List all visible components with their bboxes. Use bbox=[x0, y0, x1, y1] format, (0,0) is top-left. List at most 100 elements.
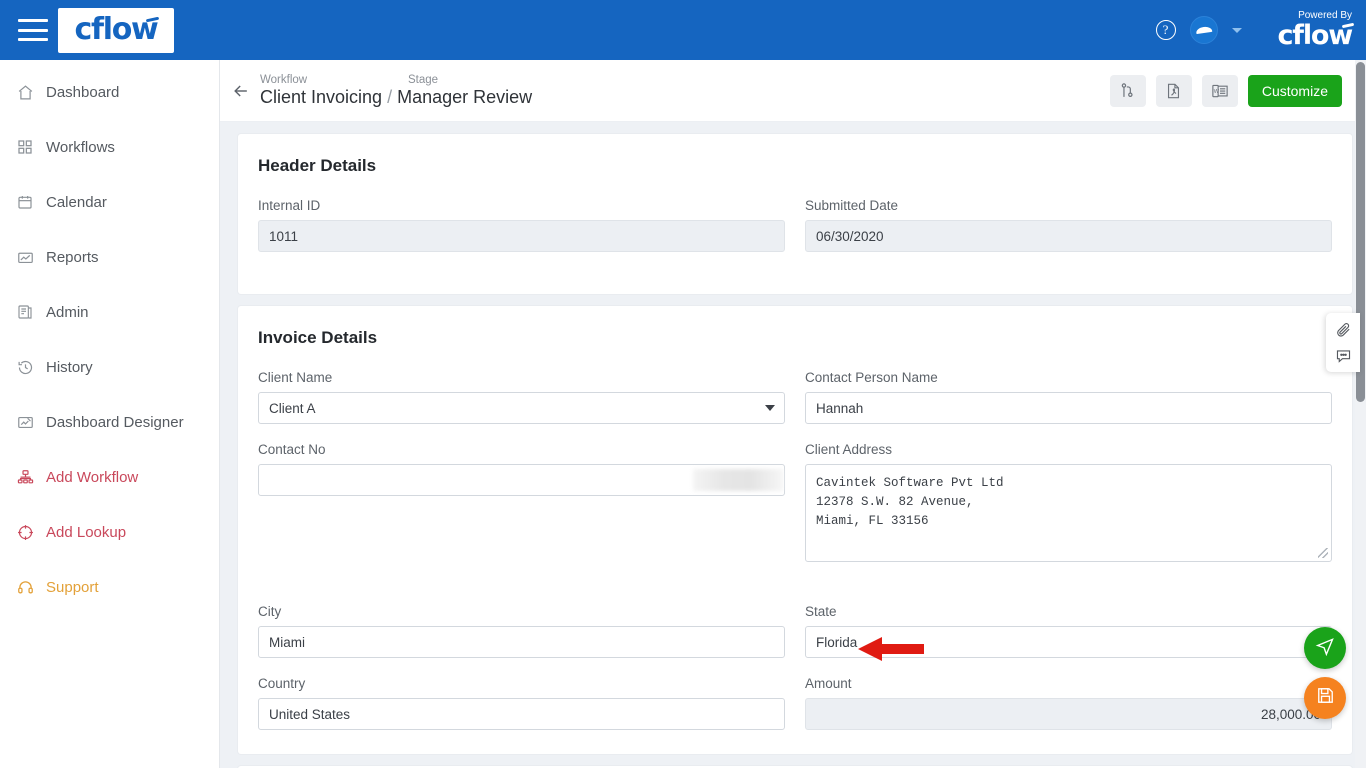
grid-squares-icon bbox=[16, 138, 34, 156]
comment-bubble-icon[interactable] bbox=[1335, 347, 1352, 364]
field-label: Submitted Date bbox=[805, 198, 899, 213]
breadcrumb-separator: / bbox=[387, 86, 393, 107]
report-chart-icon bbox=[16, 248, 34, 266]
sidebar-item-reports[interactable]: Reports bbox=[0, 237, 219, 277]
sidebar-item-label: Add Lookup bbox=[46, 523, 127, 541]
field-client-name: Client Name Client A bbox=[258, 370, 785, 424]
field-label: Client Address bbox=[805, 442, 893, 457]
city-input[interactable]: Miami bbox=[258, 626, 785, 658]
add-workflow-icon bbox=[16, 468, 34, 486]
sidebar-item-label: Workflows bbox=[46, 138, 115, 156]
breadcrumb-workflow-name: Client Invoicing bbox=[260, 86, 383, 107]
paperclip-icon[interactable] bbox=[1335, 321, 1352, 338]
field-label: Contact No bbox=[258, 442, 326, 457]
hamburger-menu-icon[interactable] bbox=[18, 19, 48, 41]
field-label: Internal ID bbox=[258, 198, 321, 213]
field-client-address: Client Address Cavintek Software Pvt Ltd… bbox=[805, 442, 1332, 572]
sidebar-item-history[interactable]: History bbox=[0, 347, 219, 387]
sidebar-item-admin[interactable]: Admin bbox=[0, 292, 219, 332]
sidebar-item-dashboard[interactable]: Dashboard bbox=[0, 72, 219, 112]
sidebar-item-label: Dashboard bbox=[46, 83, 120, 101]
field-label: Amount bbox=[805, 676, 852, 691]
save-fab[interactable] bbox=[1304, 677, 1346, 719]
floppy-save-icon bbox=[1316, 686, 1335, 710]
header-details-title: Header Details bbox=[258, 156, 377, 175]
topbar-right-group: ? Powered By cflow bbox=[1155, 11, 1366, 51]
form-scroll-container[interactable]: Header Details Internal ID 1011 Submitte… bbox=[220, 122, 1366, 768]
sidebar-item-label: Dashboard Designer bbox=[46, 413, 184, 431]
field-city: City Miami bbox=[258, 604, 785, 658]
header-details-card: Header Details Internal ID 1011 Submitte… bbox=[238, 134, 1352, 294]
redacted-overlay bbox=[693, 469, 783, 491]
cflow-logo[interactable]: cflow bbox=[58, 7, 174, 53]
breadcrumb-stage-name: Manager Review bbox=[397, 86, 533, 107]
contact-person-name-input[interactable]: Hannah bbox=[805, 392, 1332, 424]
export-word-icon[interactable]: W bbox=[1201, 74, 1238, 107]
user-avatar-icon[interactable] bbox=[1189, 16, 1218, 44]
sidebar-item-add-lookup[interactable]: Add Lookup bbox=[0, 512, 219, 552]
calendar-icon bbox=[16, 193, 34, 211]
submitted-date-input[interactable]: 06/30/2020 bbox=[805, 220, 1332, 252]
invoice-details-title: Invoice Details bbox=[258, 328, 378, 347]
help-circle-icon[interactable]: ? bbox=[1155, 20, 1176, 40]
breadcrumb-bar: Workflow Stage Client Invoicing / Manage… bbox=[220, 60, 1366, 122]
annotation-arrow-icon bbox=[858, 636, 924, 667]
field-label: State bbox=[805, 604, 837, 619]
export-pdf-icon[interactable] bbox=[1155, 74, 1192, 107]
breadcrumb-kicker-stage: Stage bbox=[408, 73, 439, 86]
breadcrumb-kickers: Workflow Stage bbox=[260, 74, 532, 86]
client-name-select[interactable]: Client A bbox=[258, 392, 785, 424]
sidebar-item-label: History bbox=[46, 358, 93, 376]
field-label: Client Name bbox=[258, 370, 333, 385]
field-amount: Amount 28,000.00 bbox=[805, 676, 1332, 730]
sidebar-item-dashboard-designer[interactable]: Dashboard Designer bbox=[0, 402, 219, 442]
sidebar-item-label: Add Workflow bbox=[46, 468, 139, 486]
main-content-area: Workflow Stage Client Invoicing / Manage… bbox=[220, 60, 1366, 768]
breadcrumb-kicker-workflow: Workflow bbox=[260, 73, 308, 86]
sidebar-item-support[interactable]: Support bbox=[0, 567, 219, 607]
field-submitted-date: Submitted Date 06/30/2020 bbox=[805, 198, 1332, 252]
submit-fab[interactable] bbox=[1304, 627, 1346, 669]
sidebar-item-calendar[interactable]: Calendar bbox=[0, 182, 219, 222]
admin-book-icon bbox=[16, 303, 34, 321]
country-input[interactable]: United States bbox=[258, 698, 785, 730]
page-title: Client Invoicing / Manager Review bbox=[260, 87, 532, 108]
powered-by-cflow: Powered By cflow bbox=[1277, 11, 1354, 51]
client-address-textarea[interactable]: Cavintek Software Pvt Ltd 12378 S.W. 82 … bbox=[805, 464, 1332, 562]
field-label: Country bbox=[258, 676, 306, 691]
breadcrumb-actions: W Customize bbox=[1109, 74, 1342, 107]
breadcrumb: Workflow Stage Client Invoicing / Manage… bbox=[260, 74, 532, 108]
field-internal-id: Internal ID 1011 bbox=[258, 198, 785, 252]
field-contact-no: Contact No bbox=[258, 442, 785, 572]
clock-history-icon bbox=[16, 358, 34, 376]
powered-by-logo-text: cflow bbox=[1277, 20, 1354, 51]
chevron-down-icon[interactable] bbox=[1231, 27, 1242, 33]
internal-id-input[interactable]: 1011 bbox=[258, 220, 785, 252]
send-paper-plane-icon bbox=[1315, 635, 1336, 661]
add-lookup-icon bbox=[16, 523, 34, 541]
sidebar-item-workflows[interactable]: Workflows bbox=[0, 127, 219, 167]
top-navigation-bar: cflow ? Powered By cflow bbox=[0, 0, 1366, 60]
headset-support-icon bbox=[16, 578, 34, 596]
sidebar-item-label: Support bbox=[46, 578, 99, 596]
cflow-logo-text: cflow bbox=[74, 12, 159, 47]
side-tools-panel bbox=[1326, 313, 1360, 372]
sidebar-item-label: Calendar bbox=[46, 193, 107, 211]
invoice-details-card: Invoice Details Client Name Client A Con… bbox=[238, 306, 1352, 754]
sidebar-navigation: Dashboard Workflows Calendar Reports Adm… bbox=[0, 60, 220, 768]
field-label: City bbox=[258, 604, 282, 619]
customize-button[interactable]: Customize bbox=[1247, 74, 1342, 107]
svg-text:W: W bbox=[1214, 88, 1220, 94]
vertical-scrollbar[interactable] bbox=[1355, 60, 1366, 768]
home-icon bbox=[16, 83, 34, 101]
field-contact-person-name: Contact Person Name Hannah bbox=[805, 370, 1332, 424]
back-arrow-icon[interactable] bbox=[228, 78, 254, 104]
sidebar-item-label: Reports bbox=[46, 248, 99, 266]
amount-input[interactable]: 28,000.00 bbox=[805, 698, 1332, 730]
resize-grip-icon[interactable] bbox=[1318, 548, 1328, 558]
sidebar-item-label: Admin bbox=[46, 303, 89, 321]
sidebar-item-add-workflow[interactable]: Add Workflow bbox=[0, 457, 219, 497]
workflow-branch-icon[interactable] bbox=[1109, 74, 1146, 107]
field-country: Country United States bbox=[258, 676, 785, 730]
dashboard-designer-icon bbox=[16, 413, 34, 431]
